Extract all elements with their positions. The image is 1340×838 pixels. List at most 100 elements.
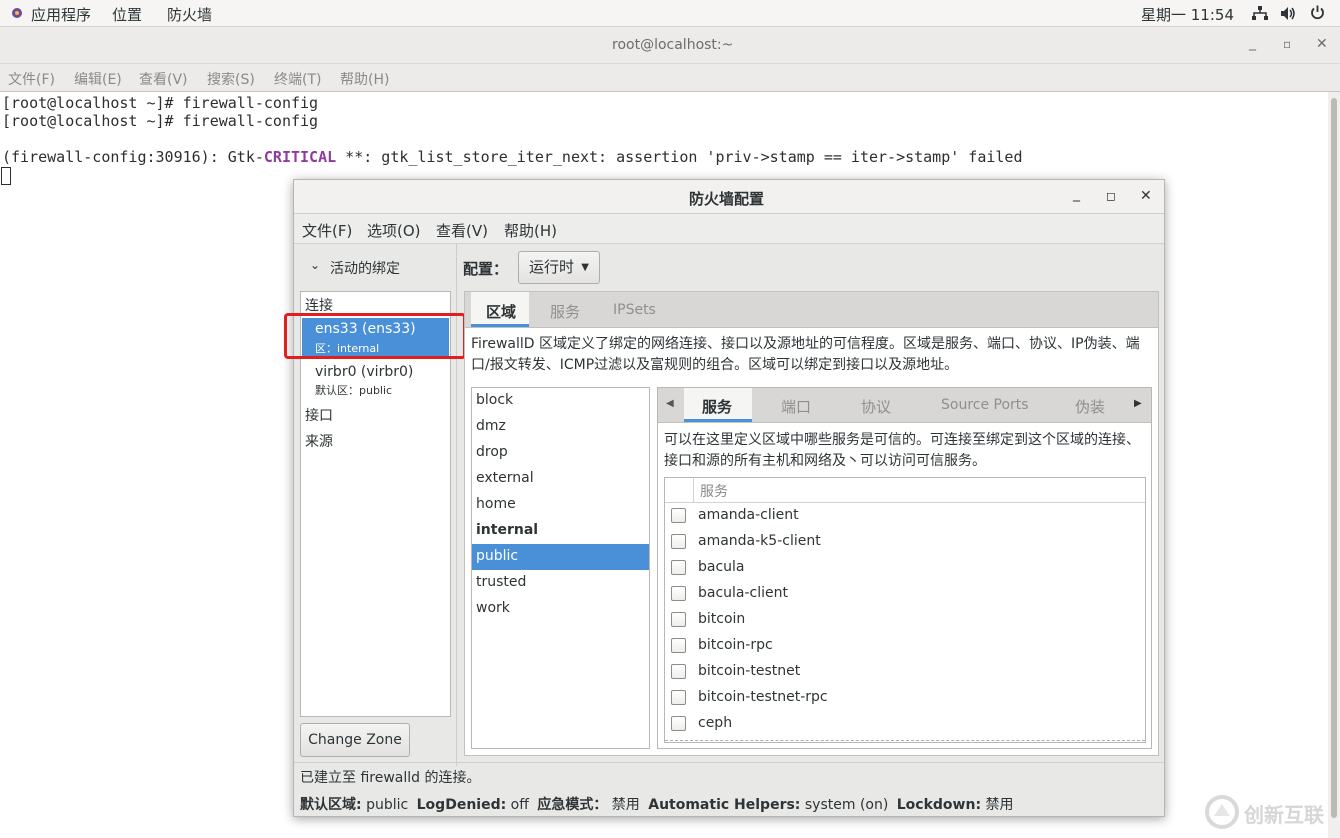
tab-protocols[interactable]: 协议 (861, 396, 891, 417)
terminal-menu-search[interactable]: 搜索(S) (207, 69, 255, 89)
watermark: 创新互联 (1204, 792, 1336, 832)
error-prefix: (firewall-config:30916): Gtk- (2, 148, 264, 166)
menu-options[interactable]: 选项(O) (367, 220, 421, 241)
scroll-left-icon[interactable]: ◀ (666, 398, 674, 409)
service-name: bitcoin-rpc (698, 637, 773, 653)
table-row[interactable]: bitcoin-testnet (665, 659, 1145, 685)
terminal-menu-file[interactable]: 文件(F) (8, 69, 55, 89)
network-icon[interactable] (1252, 6, 1268, 25)
services-column-header: 服务 (700, 484, 728, 500)
list-item[interactable]: dmz (476, 418, 506, 434)
table-row[interactable]: amanda-k5-client (665, 529, 1145, 555)
menu-help[interactable]: 帮助(H) (504, 220, 557, 241)
maximize-icon[interactable]: ▫ (1283, 37, 1291, 51)
status-divider (294, 762, 1164, 763)
service-checkbox[interactable] (671, 664, 686, 679)
tab-ipsets[interactable]: IPSets (613, 302, 656, 318)
service-checkbox[interactable] (671, 690, 686, 705)
tab-services-label[interactable]: 服务 (702, 396, 732, 417)
service-checkbox[interactable] (671, 534, 686, 549)
services-table: 服务 amanda-client amanda-k5-client bacula… (664, 477, 1146, 743)
connections-header[interactable]: 连接 (305, 295, 333, 315)
menu-file[interactable]: 文件(F) (302, 220, 352, 241)
table-row[interactable]: bitcoin (665, 607, 1145, 633)
service-checkbox[interactable] (671, 586, 686, 601)
change-zone-button[interactable]: Change Zone (300, 723, 410, 757)
clock[interactable]: 星期一 11:54 (1141, 4, 1234, 25)
chevron-down-icon[interactable]: ⌄ (310, 258, 320, 272)
service-checkbox[interactable] (671, 508, 686, 523)
active-app-menu[interactable]: 防火墙 (167, 4, 212, 25)
list-item[interactable]: internal (476, 522, 538, 538)
service-name: ceph (698, 715, 733, 731)
column-divider (693, 478, 694, 503)
terminal-menu-help[interactable]: 帮助(H) (340, 69, 389, 89)
list-item[interactable]: public (476, 548, 518, 564)
zone-tab-content: FirewallD 区域定义了绑定的网络连接、接口以及源地址的可信程度。区域是服… (464, 328, 1159, 756)
config-label: 配置： (463, 260, 509, 278)
minimize-icon[interactable]: _ (1249, 35, 1256, 51)
list-item[interactable]: work (476, 600, 510, 616)
volume-icon[interactable] (1280, 6, 1297, 25)
tab-services[interactable]: 服务 (550, 301, 580, 322)
table-row[interactable]: ceph (665, 711, 1145, 737)
terminal-title: root@localhost:~ (612, 37, 734, 53)
tab-zones-label[interactable]: 区域 (486, 301, 516, 322)
table-row[interactable]: bacula (665, 555, 1145, 581)
scrollbar-thumb[interactable] (1331, 98, 1337, 818)
sources-header[interactable]: 来源 (305, 431, 333, 451)
terminal-menu-terminal[interactable]: 终端(T) (274, 69, 321, 89)
bindings-list: 连接 ens33 (ens33) 区：internal virbr0 (virb… (284, 291, 466, 717)
connection-name: virbr0 (virbr0) (315, 364, 414, 380)
table-row[interactable]: bitcoin-testnet-rpc (665, 685, 1145, 711)
table-row[interactable]: bacula-client (665, 581, 1145, 607)
highlight-box (284, 313, 466, 359)
logdenied-label: LogDenied: (416, 797, 507, 813)
terminal-scrollbar[interactable] (1328, 92, 1340, 838)
config-dropdown[interactable]: 运行时 ▼ (518, 251, 600, 284)
close-icon[interactable]: ✕ (1140, 188, 1152, 204)
helpers-value: system (on) (804, 797, 889, 813)
tab-masquerade[interactable]: 伪装 (1075, 396, 1105, 417)
terminal-titlebar[interactable]: root@localhost:~ _ ▫ ✕ (0, 27, 1340, 64)
table-row[interactable]: bitcoin-rpc (665, 633, 1145, 659)
lockdown-label: Lockdown: (896, 797, 982, 813)
applications-menu[interactable]: 应用程序 (31, 4, 91, 25)
services-table-header[interactable]: 服务 (665, 478, 1145, 503)
list-item[interactable]: external (476, 470, 534, 486)
activities-icon[interactable] (10, 6, 24, 20)
close-icon[interactable]: ✕ (1316, 36, 1328, 52)
list-item[interactable]: trusted (476, 574, 526, 590)
scroll-right-icon[interactable]: ▶ (1134, 398, 1142, 409)
service-name: amanda-client (698, 507, 799, 523)
active-bindings-pane: ⌄ 活动的绑定 连接 ens33 (ens33) 区：internal virb… (284, 244, 466, 766)
tab-source-ports[interactable]: Source Ports (941, 397, 1029, 413)
terminal-line: [root@localhost ~]# firewall-config (2, 94, 319, 112)
interfaces-header[interactable]: 接口 (305, 405, 333, 425)
watermark-logo-icon (1205, 795, 1239, 829)
table-row[interactable]: amanda-client (665, 503, 1145, 529)
list-item[interactable]: home (476, 496, 516, 512)
maximize-icon[interactable]: ◻ (1106, 189, 1116, 203)
default-zone-label: 默认区域: (300, 797, 362, 813)
places-menu[interactable]: 位置 (112, 4, 142, 25)
service-checkbox[interactable] (671, 612, 686, 627)
terminal-menu-edit[interactable]: 编辑(E) (74, 69, 122, 89)
list-bottom-edge (665, 740, 1145, 741)
list-item[interactable]: block (476, 392, 513, 408)
terminal-menu-view[interactable]: 查看(V) (139, 69, 188, 89)
terminal-line: [root@localhost ~]# firewall-config (2, 112, 319, 130)
terminal-error-line: (firewall-config:30916): Gtk-CRITICAL **… (2, 148, 1023, 166)
power-icon[interactable] (1310, 5, 1325, 24)
service-checkbox[interactable] (671, 716, 686, 731)
minimize-icon[interactable]: _ (1073, 186, 1080, 202)
tab-ports[interactable]: 端口 (781, 396, 811, 417)
dialog-titlebar[interactable]: 防火墙配置 _ ◻ ✕ (294, 180, 1164, 214)
list-item[interactable]: drop (476, 444, 508, 460)
menu-view[interactable]: 查看(V) (436, 220, 488, 241)
error-message: **: gtk_list_store_iter_next: assertion … (336, 148, 1023, 166)
list-item-virbr0[interactable]: virbr0 (virbr0) 默认区：public (302, 361, 449, 401)
service-checkbox[interactable] (671, 638, 686, 653)
service-checkbox[interactable] (671, 560, 686, 575)
active-bindings-title[interactable]: 活动的绑定 (330, 258, 400, 278)
